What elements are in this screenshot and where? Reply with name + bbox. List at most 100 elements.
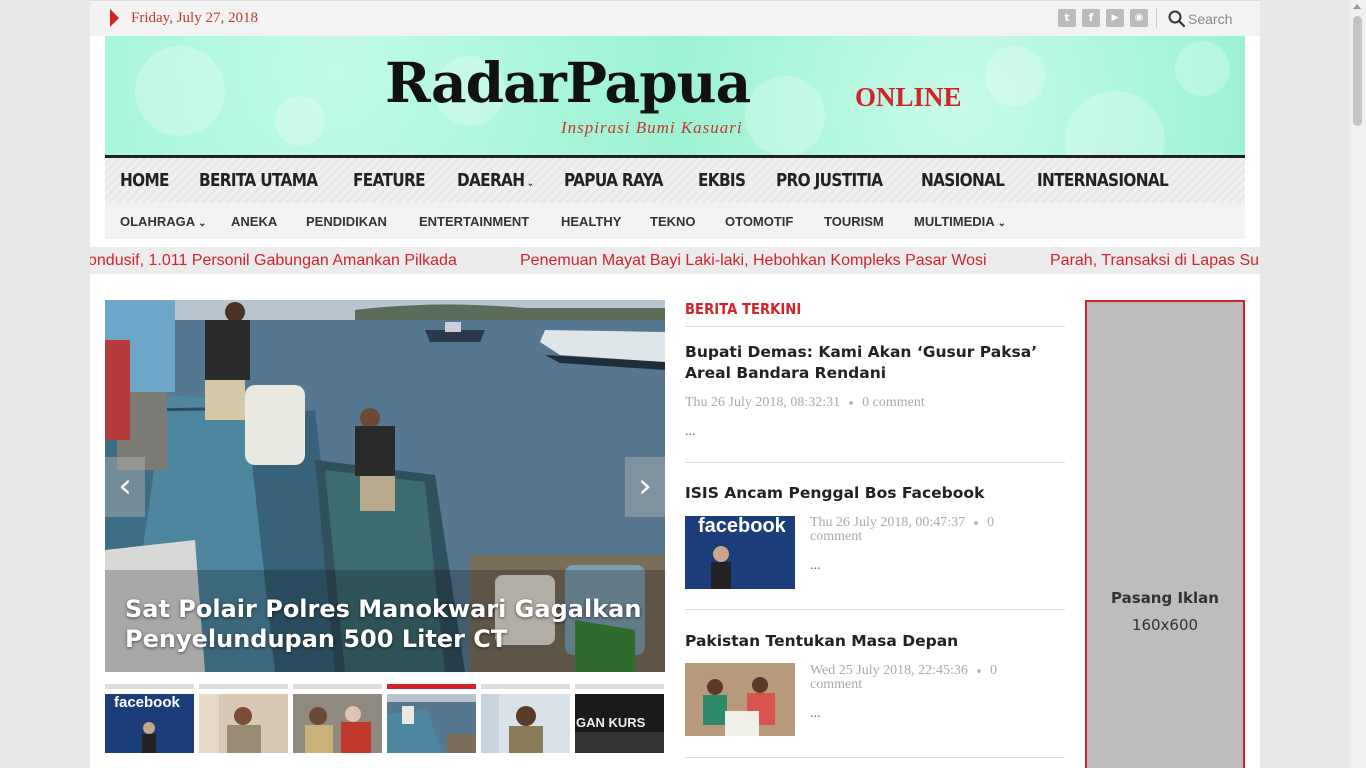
slide-title[interactable]: Sat Polair Polres Manokwari Gagalkan Pen… xyxy=(125,594,645,654)
ticker-item[interactable]: ondusif, 1.011 Personil Gabungan Amankan… xyxy=(90,252,457,270)
post-title[interactable]: Pakistan Tentukan Masa Depan xyxy=(685,631,1065,652)
thumbnail-indicator xyxy=(293,684,382,689)
slider-thumbnail[interactable]: GAN KURS xyxy=(575,684,664,753)
subnav-item-tourism[interactable]: TOURISM xyxy=(824,214,884,229)
post-comments-link[interactable]: 0 comment xyxy=(862,395,925,410)
thumbnail-indicator xyxy=(105,684,194,689)
thumbnail-indicator xyxy=(575,684,664,689)
post-comments-label: comment xyxy=(810,677,863,692)
thumbnail-image: facebook xyxy=(105,694,194,753)
featured-slider[interactable]: ‹ › Sat Polair Polres Manokwari Gagalkan… xyxy=(105,300,665,672)
youtube-icon[interactable]: ▶ xyxy=(1106,9,1124,27)
banner-bubble xyxy=(745,76,825,155)
thumbnail-image xyxy=(199,694,288,753)
slider-thumbnail[interactable] xyxy=(293,684,382,753)
post-divider xyxy=(685,757,1065,758)
thumbnail-indicator xyxy=(387,684,476,689)
chevron-down-icon: ⌄ xyxy=(997,218,1007,229)
post-date: Thu 26 July 2018, 00:47:37 xyxy=(810,515,966,530)
post-meta: Thu 26 July 2018, 08:32:31 0 comment xyxy=(685,396,925,410)
nav-item-pro-justitia[interactable]: PRO JUSTITIA xyxy=(776,170,883,191)
site-logo-suffix: ONLINE xyxy=(855,82,962,112)
post-title[interactable]: ISIS Ancam Penggal Bos Facebook xyxy=(685,483,1065,504)
search-icon[interactable] xyxy=(1168,10,1185,27)
subnav-item-multimedia[interactable]: MULTIMEDIA ⌄ xyxy=(914,214,1006,229)
page-scrollbar[interactable] xyxy=(1349,0,1366,768)
site-logo[interactable]: RadarPapua xyxy=(385,50,751,115)
post-excerpt: ... xyxy=(810,558,821,573)
subnav-item-olahraga[interactable]: OLAHRAGA ⌄ xyxy=(120,214,207,229)
thumbnail-image: GAN KURS xyxy=(575,694,664,753)
scroll-thumb[interactable] xyxy=(1353,16,1362,126)
ticker-item[interactable]: Parah, Transaksi di Lapas Su xyxy=(1050,252,1259,270)
post-divider xyxy=(685,462,1065,463)
rss-icon[interactable]: ◉ xyxy=(1130,9,1148,27)
slider-thumbnail[interactable] xyxy=(481,684,570,753)
subnav-item-tekno[interactable]: TEKNO xyxy=(650,214,696,229)
subnav-item-healthy[interactable]: HEALTHY xyxy=(561,214,621,229)
post-meta: Thu 26 July 2018, 00:47:37 0 comment xyxy=(810,516,1040,544)
slider-thumbnail[interactable] xyxy=(199,684,288,753)
post-excerpt: ... xyxy=(810,706,821,721)
thumbnail-image xyxy=(387,694,476,753)
post-title[interactable]: Bupati Demas: Kami Akan ‘Gusur Paksa’ Ar… xyxy=(685,342,1065,384)
post-excerpt: ... xyxy=(685,424,696,439)
post-date: Thu 26 July 2018, 08:32:31 xyxy=(685,395,841,410)
meta-separator xyxy=(849,400,854,405)
post-comments-label: comment xyxy=(810,529,863,544)
slider-thumbnails: facebook GAN KURS xyxy=(105,684,665,754)
subnav-item-pendidikan[interactable]: PENDIDIKAN xyxy=(306,214,387,229)
date-marker-icon xyxy=(110,9,119,27)
nav-item-internasional[interactable]: INTERNASIONAL xyxy=(1037,170,1169,191)
post-thumbnail[interactable]: facebook xyxy=(685,516,795,589)
nav-item-home[interactable]: HOME xyxy=(120,170,169,191)
ad-placeholder[interactable]: Pasang Iklan 160x600 xyxy=(1085,300,1245,768)
meta-separator xyxy=(974,520,979,525)
ticker-item[interactable]: Penemuan Mayat Bayi Laki-laki, Hebohkan … xyxy=(520,252,987,270)
post-date: Wed 25 July 2018, 22:45:36 xyxy=(810,663,968,678)
scroll-up-arrow-icon[interactable] xyxy=(1353,4,1361,9)
post-meta: Wed 25 July 2018, 22:45:36 0 comment xyxy=(810,664,1040,692)
banner-bubble xyxy=(1065,91,1165,155)
subnav-item-entertainment[interactable]: ENTERTAINMENT xyxy=(419,214,529,229)
nav-item-papua-raya[interactable]: PAPUA RAYA xyxy=(564,170,663,191)
search-input[interactable] xyxy=(1188,8,1254,30)
subnav-item-olahraga-label: OLAHRAGA xyxy=(120,214,196,229)
twitter-icon[interactable]: t xyxy=(1058,9,1076,27)
chevron-down-icon: ⌄ xyxy=(526,178,534,189)
nav-item-daerah-label: DAERAH xyxy=(457,170,525,191)
nav-item-ekbis[interactable]: EKBIS xyxy=(698,170,746,191)
post-divider xyxy=(685,609,1065,610)
thumbnail-indicator xyxy=(199,684,288,689)
banner-bubble xyxy=(985,46,1045,106)
post-comments-link[interactable]: 0 xyxy=(990,663,997,678)
section-divider xyxy=(685,326,1065,327)
facebook-icon[interactable]: f xyxy=(1082,9,1100,27)
ad-size: 160x600 xyxy=(1131,616,1199,634)
nav-item-nasional[interactable]: NASIONAL xyxy=(921,170,1005,191)
post-comments-link[interactable]: 0 xyxy=(987,515,994,530)
subnav-item-otomotif[interactable]: OTOMOTIF xyxy=(725,214,793,229)
slider-prev-button[interactable]: ‹ xyxy=(105,457,145,517)
thumbnail-image xyxy=(481,694,570,753)
banner-bubble xyxy=(135,46,225,136)
page: Friday, July 27, 2018 t f ▶ ◉ RadarPapua… xyxy=(90,0,1260,768)
thumbnail-image xyxy=(293,694,382,753)
nav-item-feature[interactable]: FEATURE xyxy=(353,170,426,191)
meta-separator xyxy=(976,668,981,673)
banner-bubble xyxy=(275,96,325,146)
news-ticker: ondusif, 1.011 Personil Gabungan Amankan… xyxy=(90,247,1260,274)
slider-next-button[interactable]: › xyxy=(625,457,665,517)
top-bar: Friday, July 27, 2018 t f ▶ ◉ xyxy=(90,0,1260,36)
post-thumbnail[interactable] xyxy=(685,663,795,736)
ad-title: Pasang Iklan xyxy=(1111,589,1219,607)
site-banner[interactable]: RadarPapua ONLINE Inspirasi Bumi Kasuari xyxy=(105,36,1245,155)
slider-thumbnail[interactable]: facebook xyxy=(105,684,194,753)
thumbnail-caption: facebook xyxy=(114,694,180,711)
nav-item-daerah[interactable]: DAERAH ⌄ xyxy=(457,170,534,191)
nav-item-berita-utama[interactable]: BERITA UTAMA xyxy=(199,170,318,191)
chevron-down-icon: ⌄ xyxy=(198,218,207,229)
slider-thumbnail-active[interactable] xyxy=(387,684,476,753)
subnav-item-aneka[interactable]: ANEKA xyxy=(231,214,277,229)
thumbnail-caption: GAN KURS xyxy=(576,715,646,730)
